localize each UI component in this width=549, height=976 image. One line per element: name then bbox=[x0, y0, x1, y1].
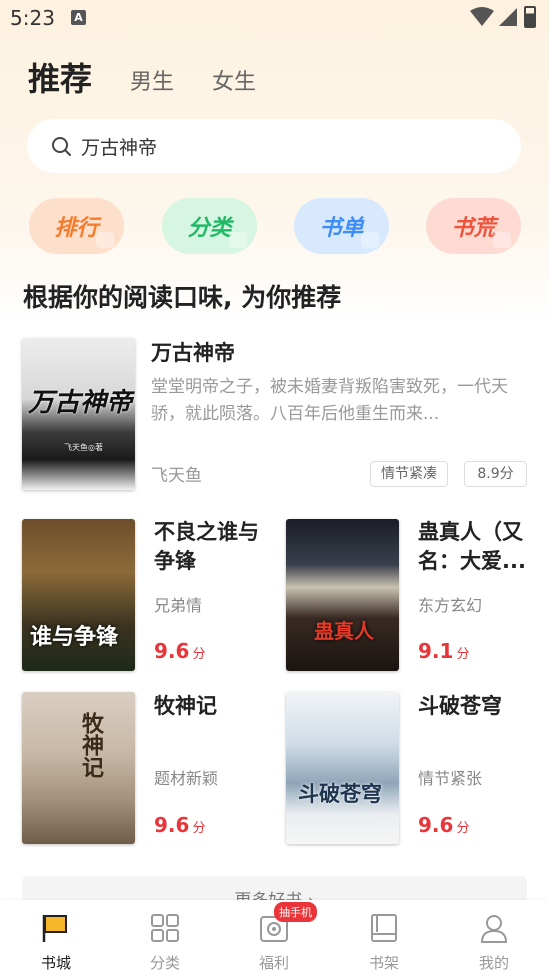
status-bar: 5:23 A bbox=[0, 0, 549, 38]
book-tag: 东方玄幻 bbox=[418, 596, 483, 615]
tab-recommend[interactable]: 推荐 bbox=[28, 54, 92, 100]
book-cover[interactable]: 牧神记 bbox=[22, 692, 135, 844]
book-cover[interactable]: 万古神帝 飞天鱼◎著 bbox=[22, 338, 135, 490]
book-score: 9.6 分 bbox=[418, 813, 469, 837]
book-title: 蛊真人（又名：大爱... bbox=[418, 520, 526, 573]
user-icon bbox=[480, 915, 508, 943]
book-tag: 题材新颖 bbox=[154, 769, 219, 788]
book-score: 9.1 分 bbox=[418, 639, 469, 663]
cover-title: 万古神帝 bbox=[28, 388, 133, 418]
nav-label: 书城 bbox=[40, 954, 71, 972]
ranking-label: 排行 bbox=[54, 216, 99, 241]
nav-bookshelf[interactable]: 书架 bbox=[344, 912, 424, 973]
nav-label: 分类 bbox=[149, 954, 180, 972]
nav-bookstore[interactable]: 书城 bbox=[16, 912, 96, 973]
cover-title: 牧神记 bbox=[78, 712, 103, 778]
wifi-icon bbox=[470, 7, 494, 26]
battery-icon bbox=[524, 6, 536, 28]
quick-links: 排行 分类 书单 书荒 bbox=[29, 198, 521, 254]
nav-label: 福利 bbox=[258, 954, 289, 972]
tab-female[interactable]: 女生 bbox=[212, 64, 256, 100]
score-unit: 分 bbox=[456, 647, 470, 662]
top-tabs: 推荐 男生 女生 bbox=[28, 54, 294, 100]
grid-icon bbox=[151, 914, 179, 942]
book-title[interactable]: 万古神帝 bbox=[151, 337, 235, 367]
cover-title: 斗破苍穹 bbox=[298, 782, 382, 806]
score-value: 9.6 bbox=[154, 813, 190, 837]
heart-icon bbox=[493, 232, 511, 248]
search-bar[interactable]: 万古神帝 bbox=[27, 119, 521, 173]
score-unit: 分 bbox=[456, 821, 470, 836]
tab-male[interactable]: 男生 bbox=[130, 64, 174, 100]
category-label: 分类 bbox=[187, 216, 232, 241]
book-cover[interactable]: 谁与争锋 bbox=[22, 519, 135, 671]
signal-icon bbox=[499, 8, 517, 26]
book-title: 牧神记 bbox=[154, 694, 217, 718]
booklist-button[interactable]: 书单 bbox=[294, 198, 389, 254]
flag-icon bbox=[42, 915, 67, 942]
book-score: 8.9分 bbox=[464, 461, 527, 487]
welfare-badge: 抽手机 bbox=[274, 902, 317, 922]
book-cover[interactable]: 斗破苍穹 bbox=[286, 692, 399, 844]
nav-label: 书架 bbox=[368, 954, 399, 972]
book-icon bbox=[361, 232, 379, 248]
ranking-button[interactable]: 排行 bbox=[29, 198, 124, 254]
category-icon bbox=[229, 232, 247, 248]
category-button[interactable]: 分类 bbox=[162, 198, 257, 254]
book-score: 9.6 分 bbox=[154, 813, 205, 837]
bookshelf-icon bbox=[371, 914, 397, 942]
bottom-nav: 书城 分类 抽手机 福利 书架 我的 bbox=[0, 900, 549, 976]
book-author: 飞天鱼 bbox=[151, 466, 202, 486]
book-tag: 兄弟情 bbox=[154, 596, 203, 615]
book-tag: 情节紧凑 bbox=[370, 461, 448, 487]
score-value: 9.1 bbox=[418, 639, 454, 663]
booklist-label: 书单 bbox=[319, 216, 364, 241]
nav-profile[interactable]: 我的 bbox=[454, 912, 534, 973]
score-unit: 分 bbox=[192, 821, 206, 836]
crown-icon bbox=[96, 232, 114, 248]
score-value: 9.6 bbox=[154, 639, 190, 663]
nav-category[interactable]: 分类 bbox=[125, 912, 205, 973]
book-tag: 情节紧张 bbox=[418, 769, 483, 788]
book-shortage-button[interactable]: 书荒 bbox=[426, 198, 521, 254]
status-time: 5:23 bbox=[10, 6, 55, 30]
book-score: 9.6 分 bbox=[154, 639, 205, 663]
score-unit: 分 bbox=[192, 647, 206, 662]
section-title: 根据你的阅读口味, 为你推荐 bbox=[23, 283, 342, 312]
nav-welfare[interactable]: 抽手机 福利 bbox=[234, 902, 317, 973]
search-icon bbox=[52, 137, 71, 156]
search-input[interactable]: 万古神帝 bbox=[81, 133, 157, 160]
cover-title: 蛊真人 bbox=[314, 619, 374, 643]
book-title: 斗破苍穹 bbox=[418, 694, 502, 718]
nav-label: 我的 bbox=[478, 954, 509, 972]
cover-author: 飞天鱼◎著 bbox=[64, 443, 103, 452]
cover-title: 谁与争锋 bbox=[30, 625, 119, 650]
score-value: 9.6 bbox=[418, 813, 454, 837]
book-description: 堂堂明帝之子，被未婚妻背叛陷害致死，一代天骄，就此陨落。八百年后他重生而来... bbox=[151, 377, 508, 424]
book-shortage-label: 书荒 bbox=[451, 216, 496, 241]
book-cover[interactable]: 蛊真人 bbox=[286, 519, 399, 671]
notification-icon: A bbox=[71, 10, 86, 25]
book-title: 不良之谁与争锋 bbox=[154, 520, 259, 573]
